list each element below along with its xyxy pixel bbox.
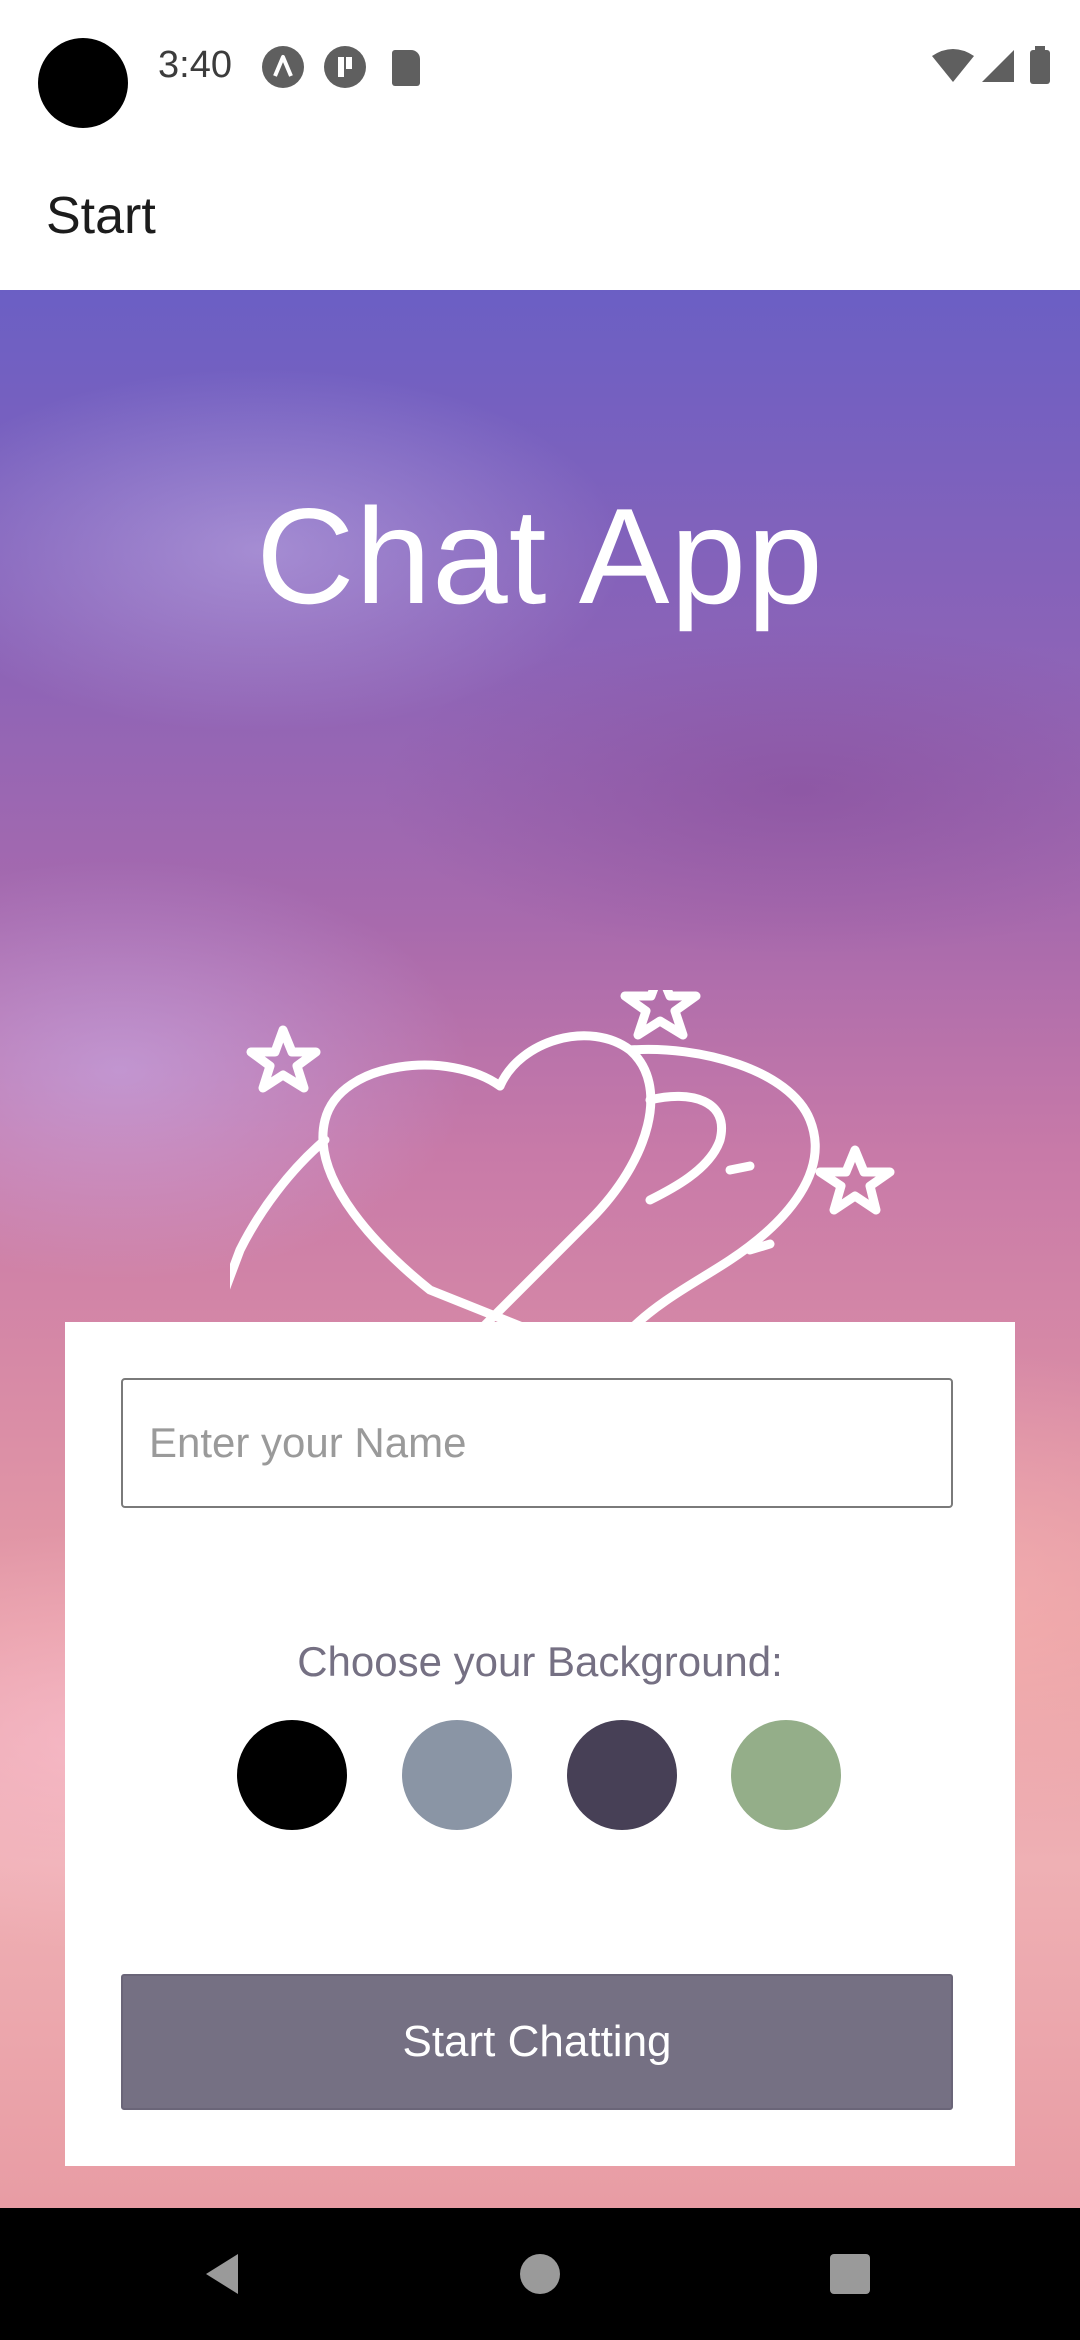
app-bar-title: Start <box>46 187 156 245</box>
camera-cutout <box>38 38 128 128</box>
a-notification-icon <box>262 46 304 88</box>
navigation-bar <box>0 2208 1080 2340</box>
background-color-gray[interactable] <box>402 1720 512 1830</box>
background-label: Choose your Background: <box>297 1638 783 1685</box>
back-icon[interactable] <box>200 2252 244 2296</box>
background-color-green[interactable] <box>731 1720 841 1830</box>
background-color-purple[interactable] <box>567 1720 677 1830</box>
battery-icon <box>1030 50 1050 84</box>
signal-icon <box>982 50 1014 82</box>
status-bar: 3:40 <box>0 0 1080 140</box>
background-image: Chat App Choose your Background: Start C… <box>0 290 1080 2208</box>
app-title: Chat App <box>256 480 824 632</box>
wifi-icon <box>932 49 974 82</box>
login-card: Choose your Background: Start Chatting <box>65 1322 1015 2166</box>
name-input[interactable] <box>121 1378 953 1508</box>
p-notification-icon <box>324 46 366 88</box>
recents-icon[interactable] <box>830 2254 870 2294</box>
background-color-options <box>237 1720 887 1830</box>
app-bar: Start <box>0 140 1080 290</box>
hearts-stars-doodle <box>230 990 895 1330</box>
status-time: 3:40 <box>158 44 232 86</box>
background-color-black[interactable] <box>237 1720 347 1830</box>
home-icon[interactable] <box>520 2254 560 2294</box>
sd-card-icon <box>392 50 420 86</box>
start-chatting-button[interactable]: Start Chatting <box>121 1974 953 2110</box>
status-right-icons <box>932 46 1050 84</box>
